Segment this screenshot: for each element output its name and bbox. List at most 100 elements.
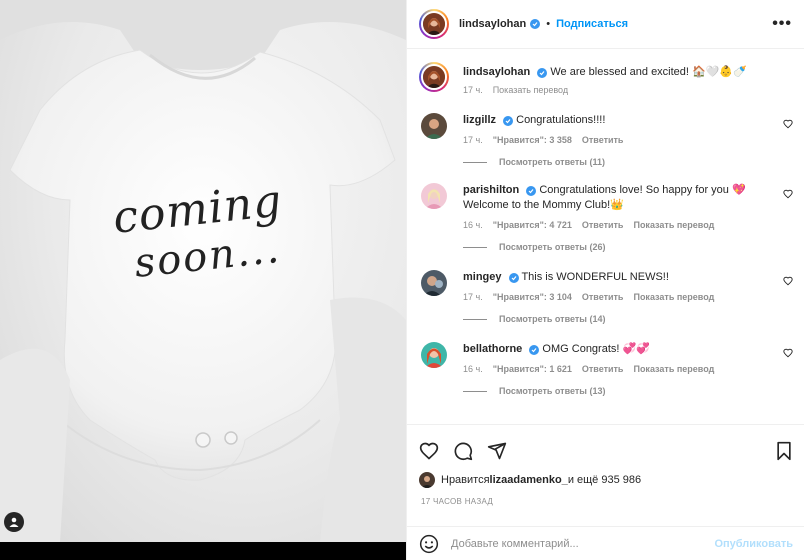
comment-reply-link[interactable]: Ответить [582,220,624,230]
comment-username[interactable]: bellathorne [463,343,522,355]
likes-summary[interactable]: Нравится lizaadamenko_ и ещё 935 986 [419,472,641,488]
smiley-icon [419,534,439,553]
comment-time[interactable]: 17 ч. [463,135,483,145]
post-photo[interactable]: coming soon... [0,0,406,542]
verified-badge-icon [503,116,514,126]
comment-text: lizgillz Congratulations!!!! [463,113,793,128]
save-button[interactable] [775,441,793,461]
view-replies-link[interactable]: Посмотреть ответы (14) [463,314,793,324]
comment-translate-link[interactable]: Показать перевод [633,220,714,230]
comments-list[interactable]: lindsaylohan We are blessed and excited!… [407,50,804,424]
comment-username[interactable]: parishilton [463,184,519,196]
commenter-avatar[interactable] [421,113,447,139]
verified-badge-icon [508,273,519,283]
caption-translate-link[interactable]: Показать перевод [493,85,568,95]
comment-time[interactable]: 16 ч. [463,364,483,374]
liker-avatar[interactable] [419,472,435,488]
commenter-photo [421,113,447,139]
caption: lindsaylohan We are blessed and excited!… [419,62,793,95]
comment-username[interactable]: lizgillz [463,114,496,126]
like-comment-heart-icon[interactable] [783,119,793,129]
paper-plane-icon [487,442,507,459]
view-replies-link[interactable]: Посмотреть ответы (26) [463,242,793,252]
post-timestamp[interactable]: 17 ЧАСОВ НАЗАД [421,497,493,506]
replies-divider [463,161,487,163]
caption-time[interactable]: 17 ч. [463,85,483,95]
bookmark-icon [777,441,791,460]
like-button[interactable] [419,441,439,461]
liker-photo [419,472,435,488]
verified-badge-icon [526,186,537,196]
header-separator: • [546,18,551,30]
tagged-users-button[interactable] [4,512,24,532]
comment-translate-link[interactable]: Показать перевод [633,364,714,374]
comment-button[interactable] [453,441,473,461]
emoji-button[interactable] [419,534,439,554]
onesie-print-text: coming soon... [96,175,305,289]
follow-button[interactable]: Подписаться [556,18,628,30]
instagram-post-modal: coming soon... lindsaylohan • Подписатьс… [0,0,804,560]
view-replies-label[interactable]: Посмотреть ответы (14) [499,314,605,324]
view-replies-label[interactable]: Посмотреть ответы (26) [499,242,605,252]
comment-input[interactable] [451,537,715,550]
like-comment-heart-icon[interactable] [783,189,793,199]
comment-username[interactable]: mingey [463,271,502,283]
post-actions-bar [407,424,804,476]
author-avatar-ring[interactable] [419,9,449,39]
comment-time[interactable]: 17 ч. [463,292,483,302]
heart-icon [419,442,439,460]
view-replies-link[interactable]: Посмотреть ответы (13) [463,386,793,396]
commenter-avatar[interactable] [421,342,447,368]
comment-meta: 16 ч. "Нравится": 4 721 Ответить Показат… [463,220,793,230]
replies-divider [463,318,487,320]
comment-like-count[interactable]: "Нравится": 1 621 [493,364,572,374]
comment-text: mingey This is WONDERFUL NEWS!! [463,270,793,285]
replies-divider [463,246,487,248]
caption-meta: 17 ч. Показать перевод [463,85,793,95]
comment-reply-link[interactable]: Ответить [582,364,624,374]
publish-button[interactable]: Опубликовать [714,538,793,550]
caption-avatar-ring[interactable] [419,62,449,92]
view-replies-link[interactable]: Посмотреть ответы (11) [463,157,793,167]
comment-item: parishilton Congratulations love! So hap… [419,183,793,252]
commenter-avatar[interactable] [421,183,447,209]
add-comment-bar: Опубликовать [407,526,804,560]
commenter-avatar[interactable] [421,270,447,296]
comment-item: bellathorne OMG Congrats! 💞💞 16 ч. "Нрав… [419,342,793,396]
like-comment-heart-icon[interactable] [783,348,793,358]
comment-meta: 17 ч. "Нравится": 3 358 Ответить [463,135,793,145]
comment-reply-link[interactable]: Ответить [582,135,624,145]
comment-bubble-icon [454,442,473,460]
author-photo [423,13,445,35]
view-replies-label[interactable]: Посмотреть ответы (13) [499,386,605,396]
more-options-button[interactable]: ••• [772,16,792,32]
caption-text: lindsaylohan We are blessed and excited!… [463,62,793,80]
share-button[interactable] [487,441,507,461]
author-avatar[interactable] [421,11,447,37]
like-comment-heart-icon[interactable] [783,276,793,286]
likes-user[interactable]: lizaadamenko_ [490,474,568,486]
comment-like-count[interactable]: "Нравится": 4 721 [493,220,572,230]
comment-like-count[interactable]: "Нравится": 3 104 [493,292,572,302]
view-replies-label[interactable]: Посмотреть ответы (11) [499,157,605,167]
post-header: lindsaylohan • Подписаться ••• [407,0,804,49]
comment-item: lizgillz Congratulations!!!! 17 ч. "Нрав… [419,113,793,167]
likes-count[interactable]: и ещё 935 986 [568,474,641,486]
comment-translate-link[interactable]: Показать перевод [633,292,714,302]
likes-prefix: Нравится [441,474,490,486]
verified-badge-icon [537,68,548,78]
comment-item: mingey This is WONDERFUL NEWS!! 17 ч. "Н… [419,270,793,324]
verified-badge-icon [530,19,541,29]
comment-text: bellathorne OMG Congrats! 💞💞 [463,342,793,357]
commenter-photo [421,183,447,209]
caption-username[interactable]: lindsaylohan [463,66,530,78]
commenter-photo [421,342,447,368]
comment-text: parishilton Congratulations love! So hap… [463,183,793,213]
author-username[interactable]: lindsaylohan [459,18,526,30]
comment-like-count[interactable]: "Нравится": 3 358 [493,135,572,145]
caption-avatar[interactable] [421,64,447,90]
comment-reply-link[interactable]: Ответить [582,292,624,302]
comment-time[interactable]: 16 ч. [463,220,483,230]
caption-author-photo [423,66,445,88]
comment-meta: 16 ч. "Нравится": 1 621 Ответить Показат… [463,364,793,374]
